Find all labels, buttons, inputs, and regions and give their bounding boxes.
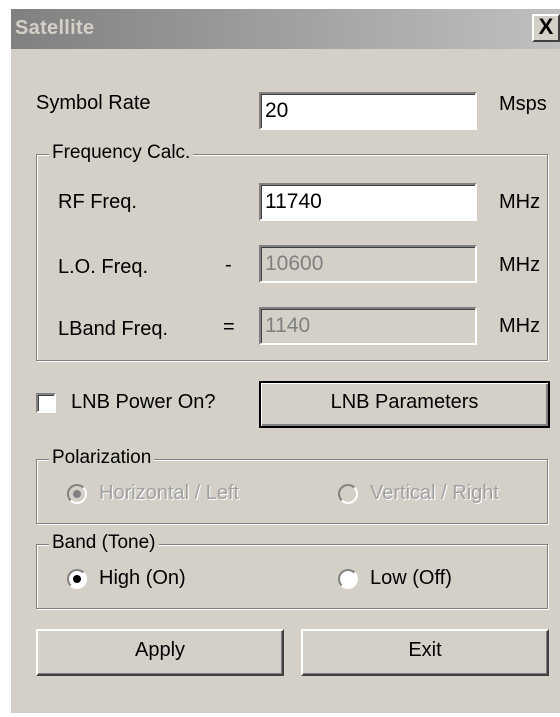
polarization-horizontal-label: Horizontal / Left <box>99 482 240 504</box>
lo-freq-input <box>259 245 477 283</box>
polarization-legend: Polarization <box>49 447 155 469</box>
apply-button-label: Apply <box>134 639 186 661</box>
polarization-vertical-radio <box>338 484 358 504</box>
band-low-label[interactable]: Low (Off) <box>370 567 452 590</box>
lband-freq-label: LBand Freq. <box>58 318 169 340</box>
lo-freq-label: L.O. Freq. <box>58 256 149 278</box>
lnb-power-label: LNB Power On? <box>71 391 216 413</box>
rf-freq-unit: MHz <box>499 191 541 213</box>
band-high-label[interactable]: High (On) <box>99 567 186 590</box>
rf-freq-label: RF Freq. <box>58 191 137 213</box>
symbol-rate-unit: Msps <box>499 93 547 115</box>
close-icon: X <box>538 14 554 39</box>
polarization-horizontal-radio <box>67 484 87 504</box>
exit-button-label: Exit <box>408 639 442 661</box>
lband-freq-operator: = <box>223 316 235 338</box>
rf-freq-input[interactable] <box>259 183 477 221</box>
exit-button[interactable]: Exit <box>301 629 549 676</box>
frequency-calc-legend: Frequency Calc. <box>49 142 194 164</box>
symbol-rate-input[interactable] <box>259 92 477 130</box>
radio-selected-dot <box>73 490 81 498</box>
lband-freq-input <box>259 307 477 345</box>
lnb-parameters-button-label: LNB Parameters <box>330 391 479 413</box>
band-legend: Band (Tone) <box>49 532 159 554</box>
lnb-power-checkbox[interactable] <box>36 393 56 413</box>
lo-freq-operator: - <box>225 254 232 276</box>
lnb-parameters-button[interactable]: LNB Parameters <box>259 381 550 428</box>
polarization-vertical-label: Vertical / Right <box>370 482 499 504</box>
radio-selected-dot <box>73 575 81 583</box>
lo-freq-unit: MHz <box>499 254 541 276</box>
apply-button[interactable]: Apply <box>36 629 284 676</box>
band-high-radio[interactable] <box>67 569 87 589</box>
symbol-rate-label: Symbol Rate <box>36 92 151 114</box>
lband-freq-unit: MHz <box>499 315 541 337</box>
title-bar[interactable]: Satellite X <box>11 9 560 49</box>
close-button[interactable]: X <box>532 14 560 42</box>
satellite-dialog: Satellite X Symbol Rate Msps Frequency C… <box>11 9 560 713</box>
window-title: Satellite <box>15 17 95 39</box>
band-low-radio[interactable] <box>338 569 358 589</box>
